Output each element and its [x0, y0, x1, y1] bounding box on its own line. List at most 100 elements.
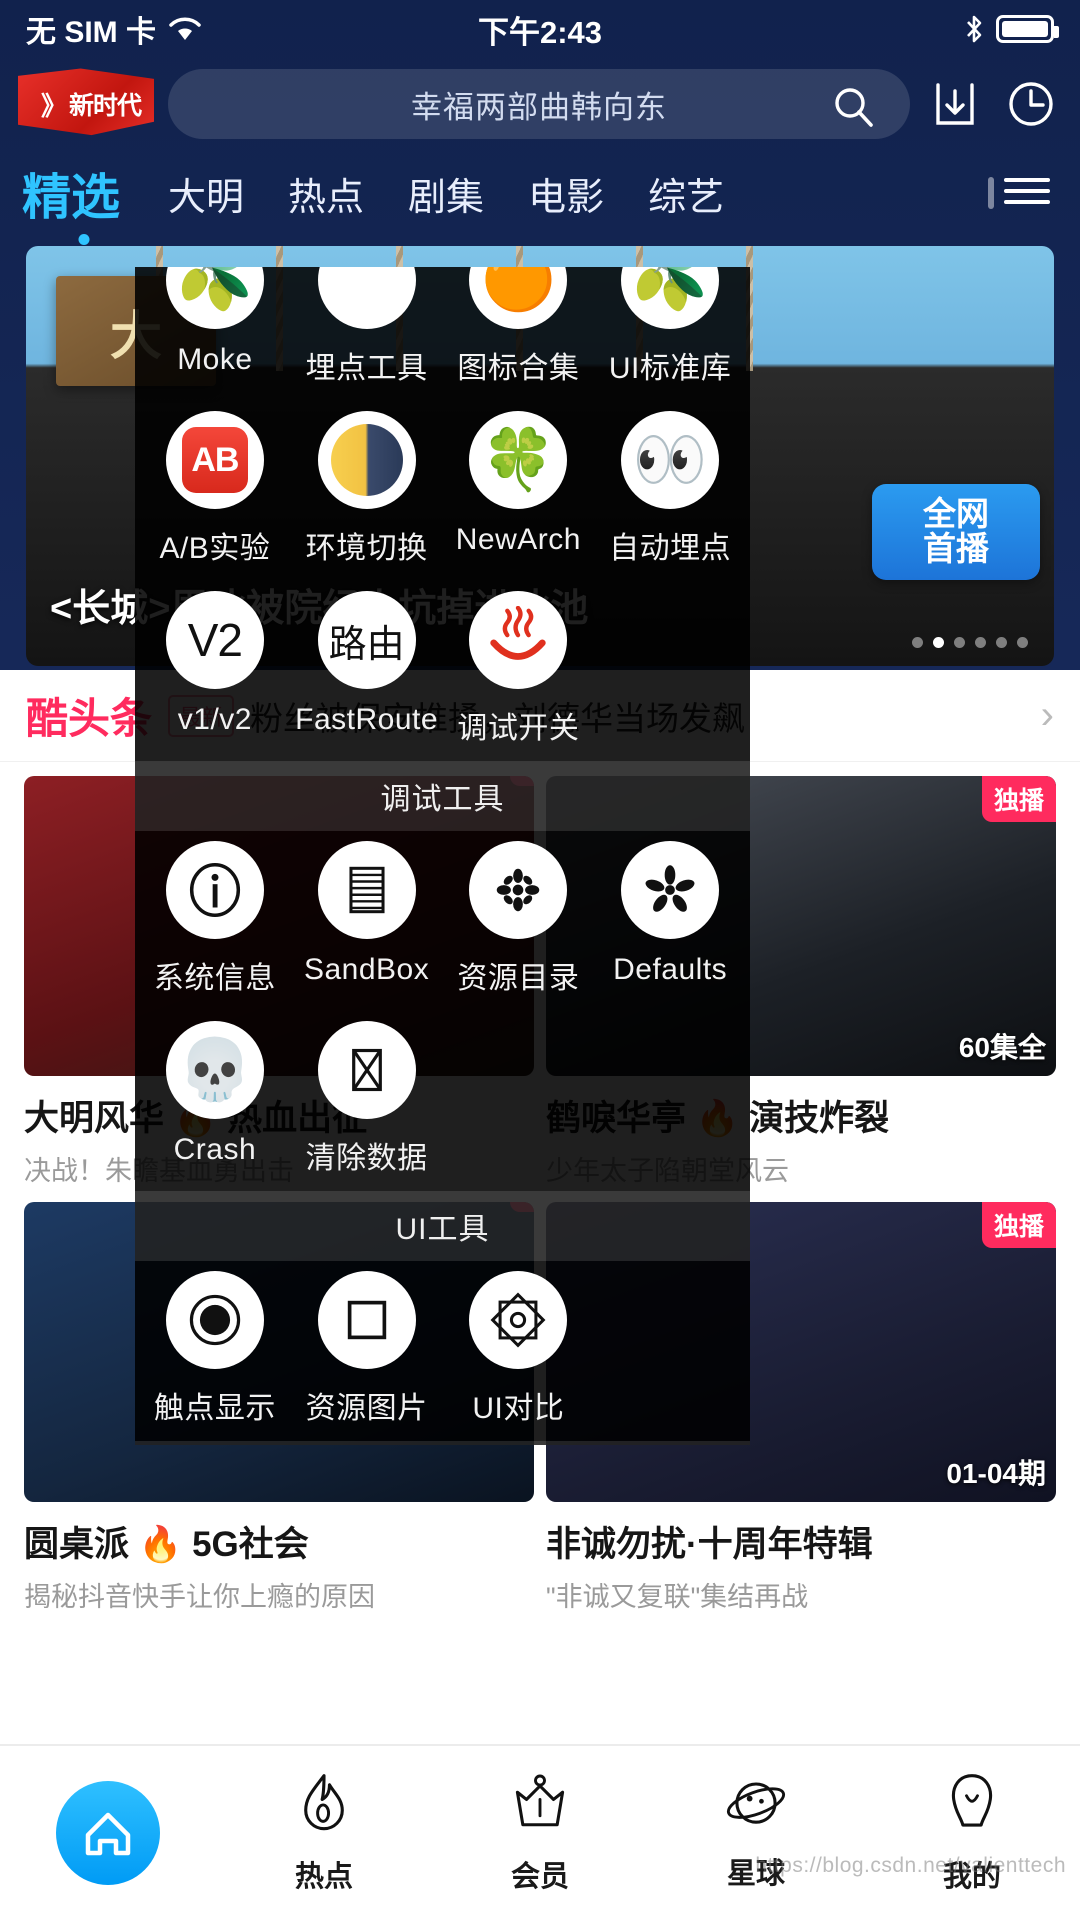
debug-item-label: Moke	[177, 343, 253, 376]
flame-icon[interactable]	[298, 1772, 350, 1841]
debug-item-label: 资源目录	[457, 962, 580, 995]
dot[interactable]	[1017, 637, 1028, 648]
user-smile-icon[interactable]	[946, 1772, 998, 1841]
olive-dot-icon: 🫒	[621, 267, 720, 329]
dot[interactable]	[954, 637, 965, 648]
debug-item-debug-switch[interactable]: 调试开关	[443, 581, 595, 761]
eyes-icon: 👀	[621, 411, 720, 509]
debug-item-label: Crash	[173, 1133, 257, 1166]
route-text-icon: 路由	[317, 591, 416, 689]
planet-icon[interactable]	[726, 1775, 786, 1838]
card-title-text: 非诚勿扰·十周年特辑	[546, 1525, 873, 1564]
watermark: https://blog.csdn.net/valienttech	[755, 1854, 1066, 1877]
debug-item-defaults[interactable]: Defaults	[594, 831, 746, 1011]
section-header-ui-tools: UI工具	[135, 1191, 750, 1261]
debug-item-v1v2[interactable]: V2 v1/v2	[139, 581, 291, 761]
hero-badge-line1: 全网	[923, 495, 989, 533]
debug-item-label: 环境切换	[305, 532, 428, 565]
hamburger-menu-icon[interactable]	[1000, 171, 1054, 216]
debug-item-sandbox[interactable]: SandBox	[291, 831, 443, 1011]
tab-dianying[interactable]: 电影	[506, 166, 626, 221]
debug-item-system-info[interactable]: 系统信息	[139, 831, 291, 1011]
chevron-right-icon[interactable]: ›	[1041, 693, 1054, 738]
clock-history-icon[interactable]	[1000, 80, 1062, 128]
asterisk-flower-icon	[469, 841, 568, 939]
logo-chevron-icon: 》	[40, 90, 67, 121]
debug-item-fastroute[interactable]: 路由 FastRoute	[291, 581, 443, 761]
debug-panel-scroll[interactable]: 🫒 Moke ◜ 埋点工具 🟠 图标合集 🫒 UI标准库 AB A/B实验 环境…	[135, 267, 750, 1445]
debug-item-moke[interactable]: 🫒 Moke	[139, 267, 291, 401]
bottom-tab-bar: 热点 会员 星球 我的	[0, 1744, 1080, 1920]
ui-tools-grid: 触点显示 资源图片 UI对比	[135, 1261, 750, 1441]
card-subtitle: 揭秘抖音快手让你上瘾的原因	[24, 1582, 375, 1612]
dot[interactable]	[975, 637, 986, 648]
debug-item-label: UI标准库	[608, 352, 732, 385]
home-icon[interactable]	[56, 1781, 160, 1885]
bottom-tab-huiyuan[interactable]: 会员	[432, 1772, 648, 1895]
section-header-perf-tools: 性能工具	[135, 1441, 750, 1445]
bottom-tab-redian[interactable]: 热点	[216, 1772, 432, 1895]
app-logo[interactable]: 》 新时代	[18, 67, 154, 141]
search-value: 幸福两部曲韩向东	[411, 89, 667, 125]
bottom-tab-home[interactable]	[0, 1781, 216, 1885]
section-header-debug-tools: 调试工具	[135, 761, 750, 831]
tab-daming[interactable]: 大明	[146, 166, 266, 221]
debug-item-env-switch[interactable]: 环境切换	[291, 401, 443, 581]
asterisk-star-icon	[621, 841, 720, 939]
search-icon[interactable]	[832, 85, 876, 134]
debug-item-crash[interactable]: 💀 Crash	[139, 1011, 291, 1191]
ab-badge-icon: AB	[165, 411, 264, 509]
x-box-icon	[317, 1021, 416, 1119]
card-title-text: 圆桌派	[24, 1525, 130, 1564]
dot[interactable]	[996, 637, 1007, 648]
debug-item-tubiao[interactable]: 🟠 图标合集	[443, 267, 595, 401]
crown-icon[interactable]	[512, 1772, 568, 1841]
debug-item-label: 触点显示	[153, 1392, 276, 1425]
debug-item-ui-compare[interactable]: UI对比	[443, 1261, 595, 1441]
v2-text-icon: V2	[165, 591, 264, 689]
tab-juji[interactable]: 剧集	[386, 166, 506, 221]
card-subtitle: "非诚又复联"集结再战	[546, 1582, 809, 1612]
search-input[interactable]: 幸福两部曲韩向东	[168, 69, 910, 139]
bottom-tab-label: 热点	[294, 1860, 353, 1893]
square-image-icon	[317, 1271, 416, 1369]
debug-item-label: A/B实验	[159, 532, 271, 565]
debug-item-maidian[interactable]: ◜ 埋点工具	[291, 267, 443, 401]
debug-item-auto-tracking[interactable]: 👀 自动埋点	[594, 401, 746, 581]
debug-row-low: V2 v1/v2 路由 FastRoute 调试开关	[135, 581, 750, 761]
debug-item-newarch[interactable]: 🍀 NewArch	[443, 401, 595, 581]
dot[interactable]	[912, 637, 923, 648]
debug-item-resource-image[interactable]: 资源图片	[291, 1261, 443, 1441]
debug-item-label: NewArch	[455, 523, 581, 556]
skull-icon: 💀	[165, 1021, 264, 1119]
debug-item-ab-experiment[interactable]: AB A/B实验	[139, 401, 291, 581]
debug-item-resource-dir[interactable]: 资源目录	[443, 831, 595, 1011]
tab-redian[interactable]: 热点	[266, 166, 386, 221]
debug-empty-cell	[594, 1261, 746, 1441]
orange-dot-icon: 🟠	[469, 267, 568, 329]
debug-panel[interactable]: 🫒 Moke ◜ 埋点工具 🟠 图标合集 🫒 UI标准库 AB A/B实验 环境…	[135, 267, 750, 1445]
debug-row-top: 🫒 Moke ◜ 埋点工具 🟠 图标合集 🫒 UI标准库	[135, 267, 750, 401]
download-icon[interactable]	[924, 79, 986, 129]
bluetooth-icon	[964, 14, 984, 44]
hero-pagination-dots[interactable]	[912, 637, 1028, 648]
debug-item-clear-data[interactable]: 清除数据	[291, 1011, 443, 1191]
dot-active[interactable]	[933, 637, 944, 648]
nav-tabs: 精选 大明 热点 剧集 电影 综艺	[0, 150, 1080, 236]
debug-item-label: 清除数据	[305, 1142, 428, 1175]
card-flag: 独播	[981, 776, 1056, 822]
card-episode: 01-04期	[946, 1458, 1046, 1489]
tab-zongyi[interactable]: 综艺	[626, 166, 746, 221]
debug-item-label: FastRoute	[295, 703, 439, 736]
status-bar: 无 SIM 卡 下午2:43	[0, 0, 1080, 58]
logo-label: 新时代	[69, 92, 142, 120]
fire-icon: 🔥	[138, 1525, 183, 1564]
nav-divider	[988, 177, 994, 209]
tab-jingxuan[interactable]: 精选	[22, 158, 146, 229]
bottom-tab-label: 会员	[510, 1860, 569, 1893]
debug-item-uibiaozhunku[interactable]: 🫒 UI标准库	[594, 267, 746, 401]
debug-row-mid: AB A/B实验 环境切换 🍀 NewArch 👀 自动埋点	[135, 401, 750, 581]
debug-item-touch-display[interactable]: 触点显示	[139, 1261, 291, 1441]
circle-glyph-icon: ◜	[317, 267, 416, 329]
touch-dot-icon	[165, 1271, 264, 1369]
